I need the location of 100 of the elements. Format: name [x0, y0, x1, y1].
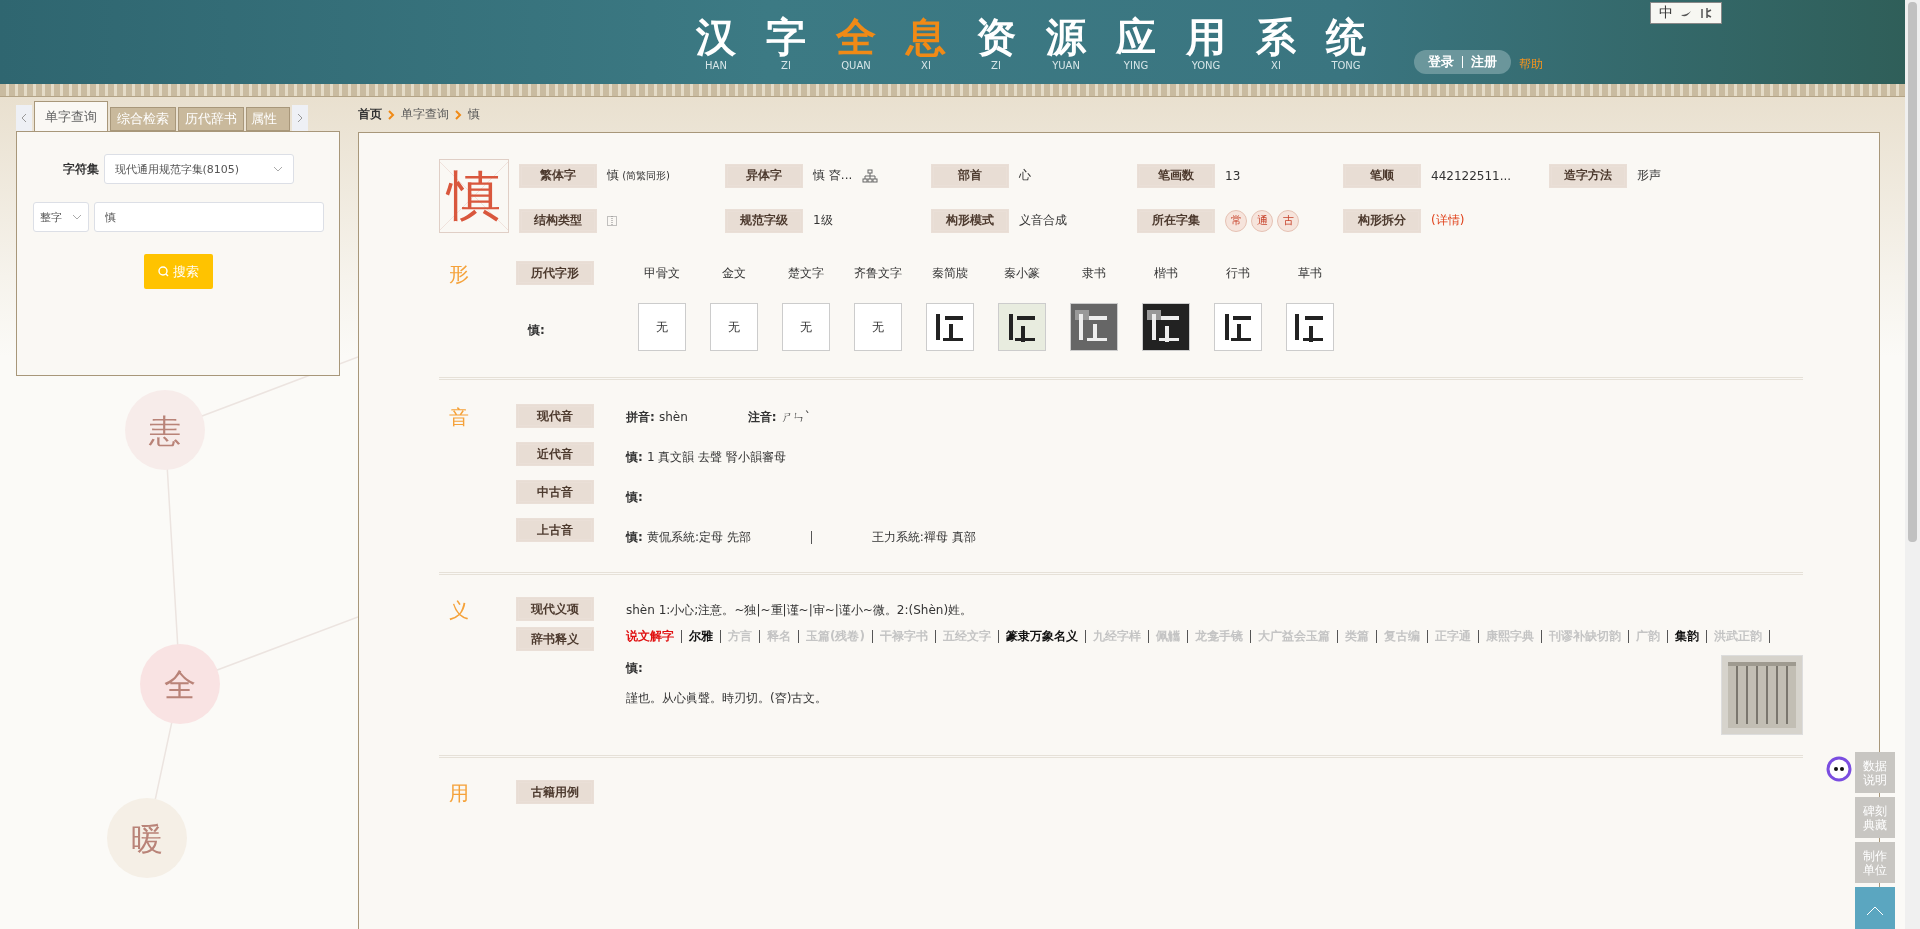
section-label: 近代音 [516, 442, 594, 466]
section-label: 历代字形 [516, 261, 594, 285]
field-value: 慎 (简繁同形) [607, 167, 670, 184]
section-label: 中古音 [516, 480, 594, 504]
field-label: 异体字 [725, 163, 803, 188]
definition-text: 謹也。从心眞聲。時刃切。(昚)古文。 [626, 690, 828, 707]
chevron-left-icon [21, 113, 27, 123]
section-label: 现代音 [516, 404, 594, 428]
section-label: 上古音 [516, 518, 594, 542]
reading-text: 慎: 黄侃系統:定母 先部 [626, 528, 751, 546]
reading-text: 拼音: shèn [626, 408, 688, 426]
script-name: 隶书 [1081, 265, 1107, 282]
field-label: 造字方法 [1549, 163, 1627, 188]
tab[interactable]: 单字查询 [34, 101, 108, 131]
field-label: 部首 [931, 163, 1009, 188]
dictionary-link[interactable]: 说文解字 [626, 627, 681, 645]
title-char: 汉 [696, 14, 736, 60]
graph-node[interactable]: 暖 [107, 798, 187, 878]
headword: 慎 [439, 159, 509, 233]
title-char: 全 [836, 14, 876, 60]
charset-select[interactable]: 现代通用规范字集(8105) [103, 154, 294, 184]
glyph-icon [1699, 7, 1713, 19]
breadcrumb-link[interactable]: 慎 [468, 106, 480, 123]
title-char: 息 [906, 14, 946, 60]
side-button[interactable]: 碑刻典藏 [1855, 797, 1895, 838]
script-name: 金文 [721, 265, 747, 282]
title-pinyin: XI [921, 60, 931, 71]
title-pinyin: QUAN [841, 60, 871, 71]
field-value: 慎 昚... [813, 167, 853, 184]
graph-node[interactable]: 恚 [125, 390, 205, 470]
reading-text: 慎: [626, 488, 643, 506]
glyph-form[interactable]: 无 [782, 303, 830, 351]
charset-stamp[interactable]: 古 [1277, 209, 1299, 232]
tab[interactable]: 综合检索 [110, 107, 176, 131]
dictionary-link[interactable]: 集韵 [1667, 627, 1706, 645]
title-pinyin: ZI [991, 60, 1001, 71]
title-pinyin: ZI [781, 60, 791, 71]
tab-scroll-right[interactable] [292, 105, 308, 131]
details-link[interactable]: (详情) [1431, 212, 1465, 229]
language-switcher[interactable]: 中 [1650, 2, 1722, 24]
chevron-icon [388, 109, 395, 120]
caret-icon [272, 166, 283, 172]
field-label: 构形拆分 [1343, 208, 1421, 233]
script-name: 齐鲁文字 [853, 265, 903, 282]
field-value: 义音合成 [1019, 212, 1067, 229]
chevron-up-icon [1866, 906, 1884, 916]
script-name: 甲骨文 [643, 265, 681, 282]
field-label: 笔画数 [1137, 163, 1215, 188]
title-char: 字 [766, 14, 806, 60]
title-char: 资 [976, 14, 1016, 60]
glyph-form[interactable]: 无 [854, 303, 902, 351]
login-link[interactable]: 登录 [1428, 53, 1454, 71]
breadcrumb-link[interactable]: 单字查询 [401, 106, 449, 123]
script-name: 行书 [1225, 265, 1251, 282]
script-name: 草书 [1297, 265, 1323, 282]
register-link[interactable]: 注册 [1471, 53, 1497, 71]
search-field[interactable]: 慎 [93, 202, 324, 232]
chevron-icon [455, 109, 462, 120]
glyph-form[interactable]: 无 [710, 303, 758, 351]
breadcrumb-link[interactable]: 首页 [358, 106, 382, 123]
dictionary-link[interactable]: 尔雅 [682, 627, 720, 645]
scrollbar[interactable] [1905, 0, 1920, 929]
script-name: 秦小篆 [1003, 265, 1041, 282]
entry-head: 慎: [626, 660, 644, 677]
assistant-icon[interactable] [1826, 756, 1852, 782]
title-char: 用 [1186, 14, 1226, 60]
row-label: 慎: [526, 322, 546, 339]
hierarchy-icon[interactable] [862, 168, 879, 183]
side-button[interactable]: 制作单位 [1855, 842, 1895, 883]
tab[interactable]: 历代辞书 [178, 107, 244, 131]
field-label: 规范字级 [725, 208, 803, 233]
title-pinyin: YONG [1191, 60, 1221, 71]
graph-node[interactable]: 全 [140, 644, 220, 724]
script-name: 楚文字 [787, 265, 825, 282]
charset-label: 字符集 [62, 160, 99, 178]
title-char: 源 [1046, 14, 1086, 60]
field-label: 笔顺 [1343, 163, 1421, 188]
reading-text: 王力系統:禪母 真部 [871, 528, 976, 546]
field-label: 所在字集 [1137, 208, 1215, 233]
field-value: 442122511... [1431, 168, 1512, 183]
tab[interactable]: 属性 [246, 107, 290, 131]
help-link[interactable]: 帮助 [1519, 56, 1543, 73]
charset-stamp[interactable]: 通 [1251, 209, 1273, 232]
field-value: 1级 [813, 212, 833, 229]
field-label: 构形模式 [931, 208, 1009, 233]
title-char: 应 [1116, 14, 1156, 60]
title-char: 统 [1326, 14, 1366, 60]
search-button[interactable]: 搜索 [143, 254, 213, 289]
tab-scroll-left[interactable] [16, 105, 32, 131]
glyph-form[interactable]: 无 [638, 303, 686, 351]
section-label: 辞书释义 [516, 627, 594, 651]
caret-icon [71, 214, 82, 220]
search-icon [157, 266, 169, 277]
back-to-top-button[interactable] [1855, 887, 1895, 929]
field-value: 心 [1019, 167, 1031, 184]
field-value: 13 [1225, 168, 1241, 183]
dictionary-link[interactable]: 篆隶万象名义 [998, 627, 1085, 645]
charset-stamp[interactable]: 常 [1225, 209, 1247, 232]
section-label: 现代义项 [516, 597, 594, 621]
mode-select[interactable]: 整字 [32, 202, 89, 232]
